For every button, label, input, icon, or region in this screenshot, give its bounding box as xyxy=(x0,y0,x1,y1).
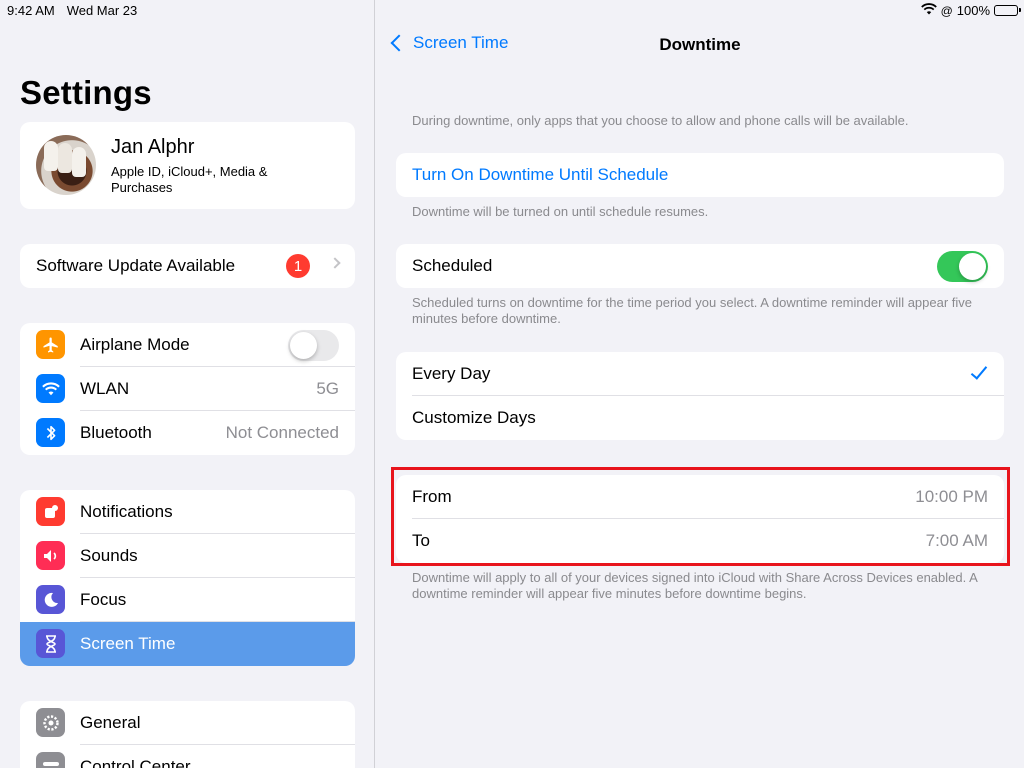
intro-note: During downtime, only apps that you choo… xyxy=(412,113,909,128)
sidebar-item-label: Bluetooth xyxy=(80,423,152,442)
avatar xyxy=(36,135,96,195)
bluetooth-value: Not Connected xyxy=(225,423,339,442)
notifications-group: Notifications Sounds Focus Screen Time xyxy=(20,490,355,666)
to-row[interactable]: To 7:00 AM xyxy=(396,519,1004,563)
sidebar-item-label: Control Center xyxy=(80,757,191,768)
scheduled-note: Scheduled turns on downtime for the time… xyxy=(412,295,973,326)
airplane-mode-toggle[interactable] xyxy=(288,330,339,361)
sidebar-item-label: Focus xyxy=(80,590,127,609)
battery-percent: 100% xyxy=(956,3,990,18)
footer-note: Downtime will apply to all of your devic… xyxy=(412,570,978,601)
sidebar-item-notifications[interactable]: Notifications xyxy=(20,490,355,534)
sidebar-item-label: Airplane Mode xyxy=(80,335,190,354)
sidebar-item-label: WLAN xyxy=(80,379,130,398)
to-value: 7:00 AM xyxy=(925,531,988,550)
status-time: 9:42 AM xyxy=(7,3,55,18)
sidebar-item-bluetooth[interactable]: Bluetooth Not Connected xyxy=(20,411,355,455)
sidebar-item-label: Sounds xyxy=(80,546,138,565)
software-update-label: Software Update Available xyxy=(36,256,236,275)
from-value: 10:00 PM xyxy=(915,487,988,506)
turn-on-group: Turn On Downtime Until Schedule xyxy=(396,153,1004,197)
sidebar-item-control-center[interactable]: Control Center xyxy=(20,745,355,768)
day-options-group: Every Day Customize Days xyxy=(396,352,1004,440)
sidebar-item-focus[interactable]: Focus xyxy=(20,578,355,622)
sidebar-item-screen-time[interactable]: Screen Time xyxy=(20,622,355,666)
network-group: Airplane Mode WLAN 5G Bluetooth Not Conn… xyxy=(20,323,355,455)
turn-on-note: Downtime will be turned on until schedul… xyxy=(412,204,709,219)
status-bar: 9:42 AM Wed Mar 23 @ 100% xyxy=(0,0,1024,20)
profile-subtitle: Apple ID, iCloud+, Media & Purchases xyxy=(111,164,268,195)
scheduled-toggle[interactable] xyxy=(937,251,988,282)
moon-icon xyxy=(36,585,65,614)
turn-on-downtime-label: Turn On Downtime Until Schedule xyxy=(412,165,669,184)
gear-icon xyxy=(36,708,65,737)
bluetooth-icon xyxy=(36,418,65,447)
option-label: Every Day xyxy=(412,364,491,383)
checkmark-icon xyxy=(970,362,988,380)
from-row[interactable]: From 10:00 PM xyxy=(396,475,1004,519)
option-label: Customize Days xyxy=(412,408,536,427)
sidebar-item-label: General xyxy=(80,713,141,732)
to-label: To xyxy=(412,531,430,550)
sidebar-item-general[interactable]: General xyxy=(20,701,355,745)
every-day-option[interactable]: Every Day xyxy=(396,352,1004,396)
sidebar-item-sounds[interactable]: Sounds xyxy=(20,534,355,578)
scheduled-group: Scheduled xyxy=(396,244,1004,288)
sidebar-item-wlan[interactable]: WLAN 5G xyxy=(20,367,355,411)
scheduled-label: Scheduled xyxy=(412,256,493,275)
sidebar-title: Settings xyxy=(20,74,152,111)
profile-card[interactable]: Jan Alphr Apple ID, iCloud+, Media & Pur… xyxy=(20,122,355,209)
control-center-icon xyxy=(36,752,65,768)
wlan-value: 5G xyxy=(316,379,339,398)
scheduled-row: Scheduled xyxy=(396,244,1004,288)
sounds-icon xyxy=(36,541,65,570)
battery-icon xyxy=(994,5,1021,16)
customize-days-option[interactable]: Customize Days xyxy=(396,396,1004,440)
time-range-group: From 10:00 PM To 7:00 AM xyxy=(396,475,1004,563)
turn-on-downtime-button[interactable]: Turn On Downtime Until Schedule xyxy=(396,153,1004,197)
airplane-icon xyxy=(36,330,65,359)
software-update-row[interactable]: Software Update Available 1 xyxy=(20,244,355,288)
page-title: Downtime xyxy=(659,35,741,54)
status-date: Wed Mar 23 xyxy=(66,3,138,18)
sidebar-item-airplane-mode[interactable]: Airplane Mode xyxy=(20,323,355,367)
sidebar: Settings Jan Alphr Apple ID, iCloud+, Me… xyxy=(0,0,375,768)
profile-name: Jan Alphr xyxy=(111,136,195,158)
sidebar-item-label: Screen Time xyxy=(80,634,176,653)
main-pane: Screen Time Downtime During downtime, on… xyxy=(376,0,1024,768)
sidebar-item-label: Notifications xyxy=(80,502,173,521)
notifications-icon xyxy=(36,497,65,526)
chevron-right-icon xyxy=(329,257,341,269)
general-group: General Control Center xyxy=(20,701,355,768)
orientation-lock-icon: @ xyxy=(940,3,953,18)
from-label: From xyxy=(412,487,452,506)
hourglass-icon xyxy=(36,629,65,658)
wifi-icon xyxy=(36,374,65,403)
wifi-status-icon xyxy=(920,3,937,18)
update-badge: 1 xyxy=(286,254,310,278)
